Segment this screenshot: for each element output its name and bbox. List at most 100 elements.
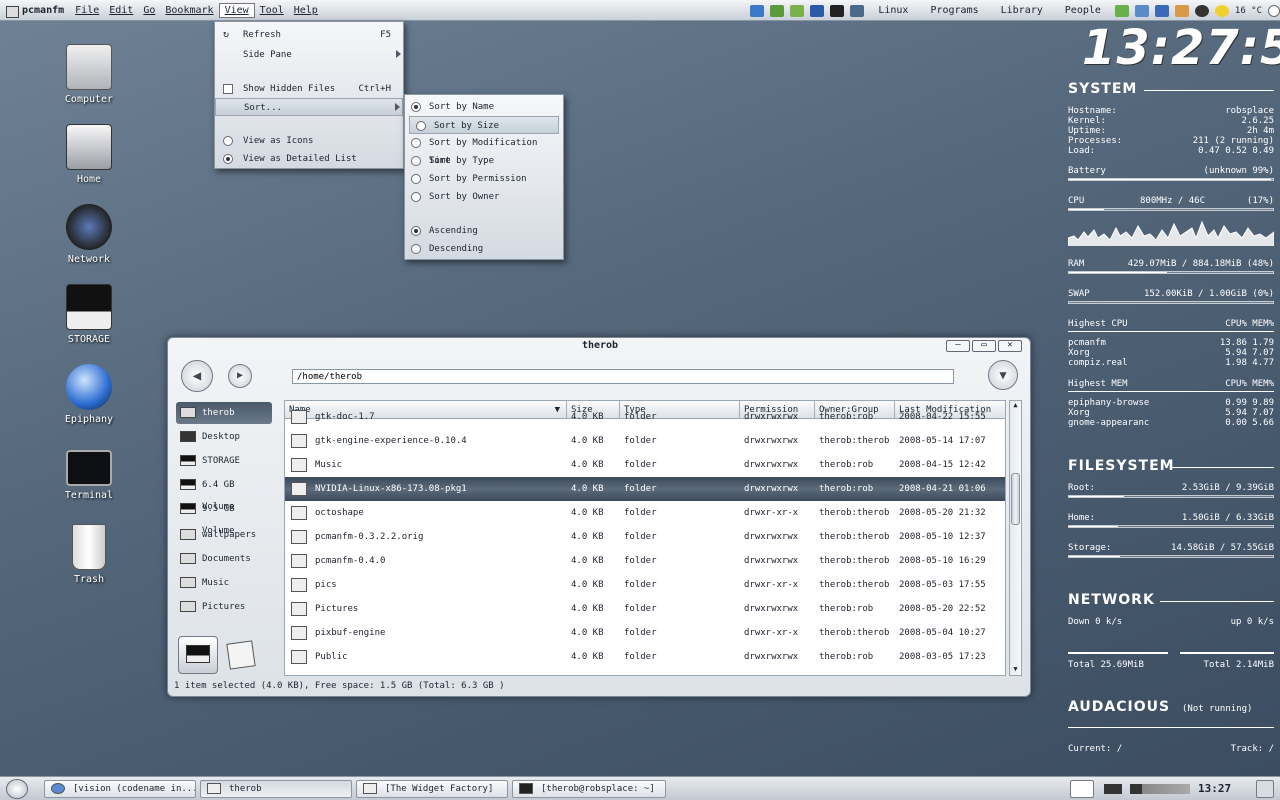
table-row[interactable]: Music 4.0 KB folder drwxrwxrwx therob:rob 200… (285, 453, 1005, 477)
task-therob[interactable]: therob (200, 780, 352, 798)
menu-item-refresh[interactable]: ↻ Refresh F5 (215, 26, 403, 44)
launcher-icon[interactable] (810, 4, 825, 17)
terminal-launcher-icon[interactable] (830, 4, 845, 17)
menu-item-view-icons[interactable]: View as Icons (215, 132, 403, 150)
forward-button[interactable]: ▶ (228, 364, 252, 388)
menu-item-descending[interactable]: Descending (405, 240, 563, 258)
location-input[interactable] (292, 369, 954, 384)
table-row[interactable]: pixbuf-engine 4.0 KB folder drwxr-xr-x thero… (285, 621, 1005, 645)
sidebar-item-documents[interactable]: Documents (176, 548, 272, 570)
menu-view[interactable]: View (218, 2, 255, 18)
task-widget-factory[interactable]: [The Widget Factory] (356, 780, 508, 798)
menu-file[interactable]: File (70, 4, 104, 17)
places-people[interactable]: People (1057, 5, 1109, 16)
places-library[interactable]: Library (993, 5, 1051, 16)
desktop-icon-home[interactable]: Home (44, 124, 134, 185)
tray-button[interactable] (1256, 780, 1274, 798)
desktop-icon-trash[interactable]: Trash (44, 524, 134, 585)
menu-item-ascending[interactable]: Ascending (405, 222, 563, 240)
show-desktop-button[interactable] (1070, 780, 1094, 798)
table-cell: folder (624, 556, 657, 566)
menu-item-sort-name[interactable]: Sort by Name (405, 98, 563, 116)
table-row[interactable]: octoshape 4.0 KB folder drwxr-xr-x therob:th… (285, 501, 1005, 525)
desktop-icon-network[interactable]: Network (44, 204, 134, 265)
task-vision[interactable]: [vision (codename in... (44, 780, 196, 798)
menu-item-sort-size[interactable]: Sort by Size (409, 116, 559, 134)
sidebar-item-pictures[interactable]: Pictures (176, 596, 272, 618)
workspace-1[interactable] (1104, 784, 1122, 794)
sidebar-item-volume-95[interactable]: 9.5 GB Volume (176, 498, 272, 536)
menu-edit[interactable]: Edit (104, 4, 138, 17)
folder-icon (291, 626, 307, 640)
vertical-scrollbar[interactable]: ▲ ▼ (1009, 400, 1022, 676)
app-name[interactable]: pcmanfm (0, 5, 70, 18)
table-cell: 4.0 KB (571, 508, 604, 518)
table-row[interactable]: pcmanfm-0.4.0 4.0 KB folder drwxrwxrwx thero… (285, 549, 1005, 573)
tray-icon[interactable] (1174, 4, 1189, 17)
table-row[interactable]: gtk-doc-1.7 4.0 KB folder drwxrwxrwx therob:… (285, 405, 1005, 429)
sidebar-item-music[interactable]: Music (176, 572, 272, 594)
table-cell: Music (315, 460, 343, 470)
tray-icon[interactable] (1114, 4, 1129, 17)
menu-item-side-pane[interactable]: Side Pane (215, 46, 403, 64)
places-linux[interactable]: Linux (870, 5, 916, 16)
maximize-icon[interactable]: ▭ (972, 340, 996, 352)
menu-item-show-hidden[interactable]: Show Hidden Files Ctrl+H (215, 80, 403, 98)
minimize-icon[interactable]: – (946, 340, 970, 352)
tray-icon[interactable] (1194, 4, 1209, 17)
scroll-down-icon[interactable]: ▼ (1011, 665, 1020, 675)
menu-dropdown-button[interactable]: ▼ (988, 360, 1018, 390)
menu-item-sort-type[interactable]: Sort by Type (405, 152, 563, 170)
menu-item-sort-permission[interactable]: Sort by Permission (405, 170, 563, 188)
workspace-switcher[interactable] (1130, 784, 1190, 794)
folder-icon (180, 407, 196, 418)
launcher-icon[interactable] (770, 4, 785, 17)
tray-icon[interactable] (1154, 4, 1169, 17)
sidebar-mode-tree-button[interactable] (226, 640, 258, 672)
menu-go[interactable]: Go (138, 4, 160, 17)
tray-icon[interactable] (1134, 4, 1149, 17)
desktop-icon-computer[interactable]: Computer (44, 44, 134, 105)
back-button[interactable]: ◀ (181, 360, 213, 392)
sidebar-mode-places-button[interactable] (178, 636, 218, 674)
table-cell: drwxrwxrwx (744, 556, 799, 566)
table-cell: therob:rob (819, 484, 874, 494)
filesystem-title: FILESYSTEM (1068, 458, 1175, 474)
scroll-thumb[interactable] (1011, 473, 1020, 525)
label: Kernel: (1068, 116, 1106, 126)
desktop-icon-storage[interactable]: STORAGE (44, 284, 134, 345)
sidebar-item-desktop[interactable]: Desktop (176, 426, 272, 448)
menu-item-view-list[interactable]: View as Detailed List (215, 150, 403, 168)
proc-vals: 0.99 9.89 (1225, 398, 1274, 408)
table-row[interactable]: Pictures 4.0 KB folder drwxrwxrwx therob:rob… (285, 597, 1005, 621)
table-row[interactable]: NVIDIA-Linux-x86-173.08-pkg1 4.0 KB folder… (285, 477, 1005, 501)
table-row[interactable]: pcmanfm-0.3.2.2.orig 4.0 KB folder drwxrwxr… (285, 525, 1005, 549)
menu-item-sort-owner[interactable]: Sort by Owner (405, 188, 563, 206)
table-row[interactable]: pics 4.0 KB folder drwxr-xr-x therob:therob 2… (285, 573, 1005, 597)
desktop-icon-terminal[interactable]: Terminal (44, 444, 134, 501)
menu-help[interactable]: Help (289, 4, 323, 17)
table-row[interactable]: gtk-engine-experience-0.10.4 4.0 KB folder… (285, 429, 1005, 453)
desktop-icon-epiphany[interactable]: Epiphany (44, 364, 134, 425)
sidebar-item-storage[interactable]: STORAGE (176, 450, 272, 472)
main-menu-button[interactable] (6, 779, 28, 799)
table-row[interactable]: Public 4.0 KB folder drwxrwxrwx therob:rob 20… (285, 645, 1005, 669)
table-cell: drwxrwxrwx (744, 532, 799, 542)
menu-item-sort[interactable]: Sort... (215, 98, 403, 116)
sidebar-item-volume-64[interactable]: 6.4 GB Volume (176, 474, 272, 512)
launcher-icon[interactable] (850, 4, 865, 17)
power-icon[interactable] (1268, 4, 1280, 17)
sidebar-item-home[interactable]: therob (176, 402, 272, 424)
launcher-icon[interactable] (790, 4, 805, 17)
close-icon[interactable]: ✕ (998, 340, 1022, 352)
menu-bookmark[interactable]: Bookmark (160, 4, 218, 17)
launcher-icon[interactable] (750, 4, 765, 17)
sidebar-item-wallpapers[interactable]: wallpapers (176, 524, 272, 546)
places-programs[interactable]: Programs (922, 5, 986, 16)
scroll-up-icon[interactable]: ▲ (1011, 401, 1020, 411)
task-terminal[interactable]: [therob@robsplace: ~] (512, 780, 666, 798)
radio-icon (411, 174, 421, 184)
label: Highest CPU (1068, 319, 1128, 329)
menu-item-sort-mtime[interactable]: Sort by Modification Time (405, 134, 563, 166)
menu-tool[interactable]: Tool (255, 4, 289, 17)
